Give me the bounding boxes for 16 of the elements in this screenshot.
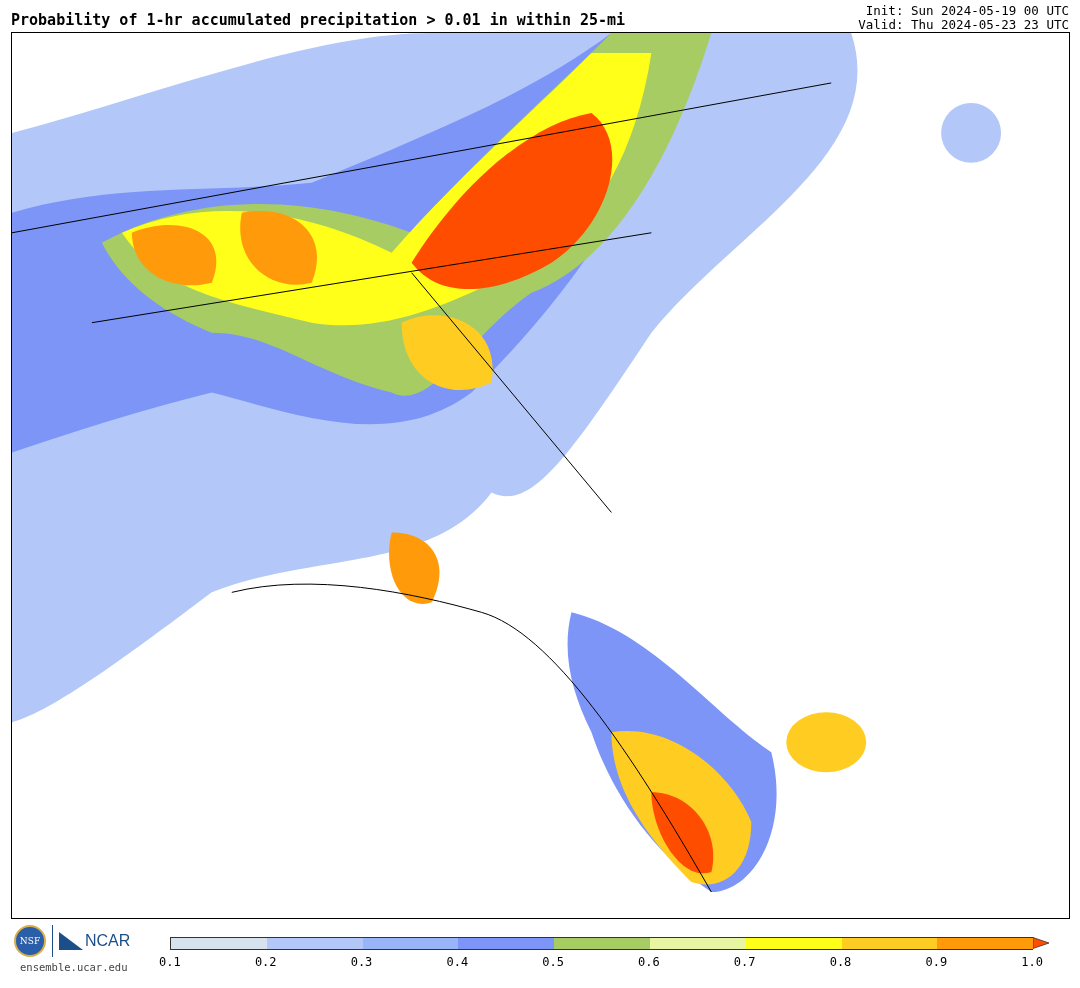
legend-tick-label: 0.6: [637, 955, 661, 969]
ncar-logo: NCAR: [85, 932, 131, 950]
valid-time: Valid: Thu 2024-05-23 23 UTC: [858, 18, 1069, 32]
chart-title: Probability of 1-hr accumulated precipitation > 0.01 in within 25-mi: [11, 11, 626, 31]
legend-tick-label: 0.9: [924, 955, 949, 969]
nsf-logo: NSF: [14, 925, 46, 957]
ncar-mark-icon: [59, 932, 83, 950]
site-url: ensemble.ucar.edu: [20, 961, 129, 973]
legend-tick-label: 1.0: [1020, 955, 1044, 969]
legend-tick-label: 0.3: [349, 955, 374, 969]
init-time: Init: Sun 2024-05-19 00 UTC: [864, 4, 1069, 18]
legend-tick-label: 0.5: [541, 955, 565, 969]
legend-tick-label: 0.4: [445, 955, 470, 969]
legend-tick-label: 0.8: [828, 955, 853, 969]
legend-tick-label: 0.2: [253, 955, 278, 969]
legend-tick-label: 0.7: [732, 955, 757, 969]
